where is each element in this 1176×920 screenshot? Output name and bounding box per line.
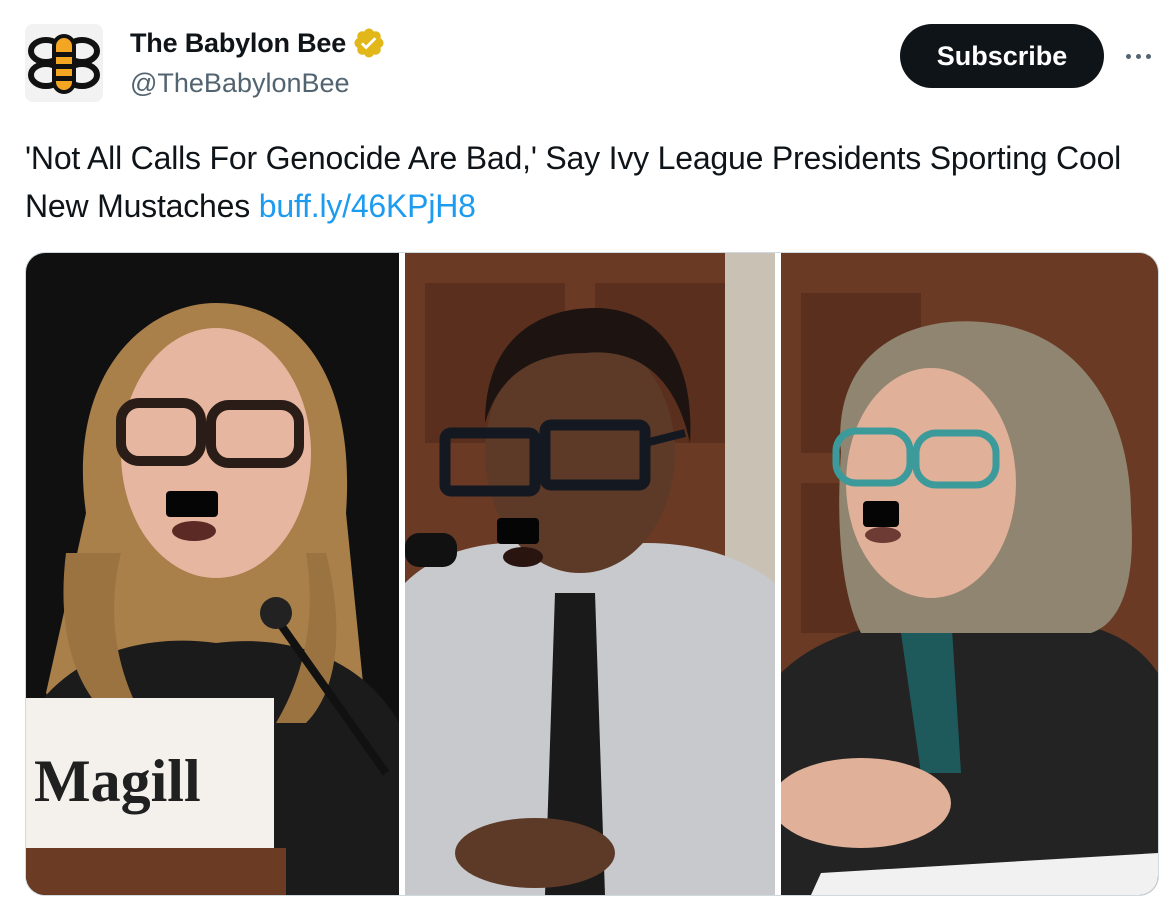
account-handle[interactable]: @TheBabylonBee bbox=[130, 68, 350, 99]
nameplate-text: Magill bbox=[34, 748, 201, 814]
account-name-row[interactable]: The Babylon Bee bbox=[130, 26, 386, 60]
subscribe-button[interactable]: Subscribe bbox=[900, 24, 1104, 88]
tweet-text: 'Not All Calls For Genocide Are Bad,' Sa… bbox=[25, 134, 1155, 230]
babylon-bee-logo-icon bbox=[25, 24, 103, 102]
tweet-body: 'Not All Calls For Genocide Are Bad,' Sa… bbox=[25, 140, 1122, 224]
display-name[interactable]: The Babylon Bee bbox=[130, 28, 346, 59]
media-photo-right[interactable] bbox=[781, 253, 1158, 895]
more-dot bbox=[1125, 53, 1131, 59]
more-dot bbox=[1145, 53, 1151, 59]
tweet-link[interactable]: buff.ly/46KPjH8 bbox=[259, 188, 476, 224]
tweet-media[interactable]: Magill bbox=[25, 252, 1159, 896]
avatar[interactable] bbox=[25, 24, 103, 102]
more-dot bbox=[1135, 53, 1141, 59]
media-photo-left[interactable]: Magill bbox=[26, 253, 399, 895]
media-photo-center[interactable] bbox=[405, 253, 775, 895]
verified-badge-icon[interactable] bbox=[352, 26, 386, 60]
more-options-icon[interactable] bbox=[1118, 38, 1158, 74]
